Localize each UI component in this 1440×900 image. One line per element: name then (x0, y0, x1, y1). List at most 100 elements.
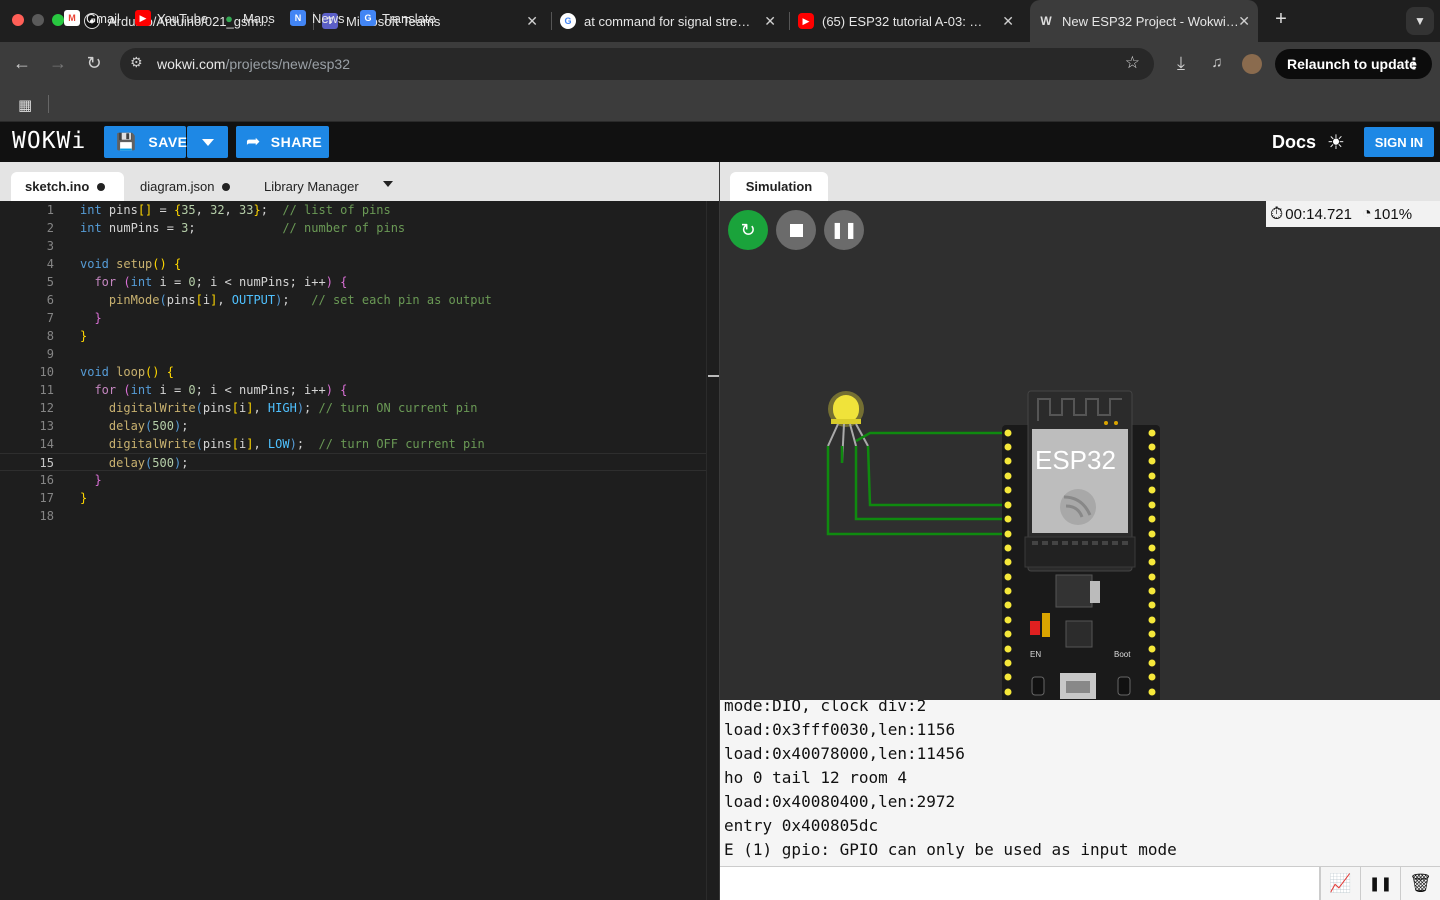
editor-tabs-menu-chevron-down-icon[interactable] (383, 181, 393, 187)
code-text: pinMode(pins[i], OUTPUT); // set each pi… (108, 293, 492, 307)
bookmark-separator (48, 95, 49, 113)
stop-simulation-button[interactable] (776, 210, 816, 250)
serial-line: mode:DIO, clock div:2 (724, 700, 927, 715)
save-dropdown-button[interactable] (187, 126, 228, 158)
tab-library-manager[interactable]: Library Manager (250, 172, 378, 201)
bookmark-youtube[interactable]: ▶ YouTube (135, 9, 208, 27)
profile-avatar[interactable] (1242, 54, 1262, 74)
minimize-window-button[interactable] (32, 14, 44, 26)
address-bar[interactable]: ⚙ wokwi.com/projects/new/esp32 ☆ (120, 48, 1154, 80)
tab-separator (789, 12, 790, 30)
share-arrow-icon: ➦ (246, 132, 261, 151)
restart-icon: ↻ (740, 219, 756, 240)
google-icon: G (560, 13, 576, 29)
download-icon[interactable]: ⤓ (1170, 53, 1192, 73)
tab-simulation[interactable]: Simulation (730, 172, 828, 201)
maximize-window-button[interactable] (52, 14, 64, 26)
docs-link[interactable]: Docs (1272, 132, 1316, 153)
apps-grid-icon[interactable]: ▦ (18, 96, 32, 114)
media-control-icon[interactable]: ♫ (1206, 53, 1228, 73)
code-line: 14 digitalWrite(pins[i], LOW); // turn O… (39, 437, 485, 451)
tab-search-icon[interactable]: ▼ (1406, 7, 1434, 35)
code-text: } (80, 491, 88, 505)
serial-line: ho 0 tail 12 room 4 (724, 768, 908, 787)
browser-tab-google[interactable]: G at command for signal strengt... ✕ (560, 8, 782, 34)
serial-input[interactable] (720, 866, 1320, 900)
simulation-canvas[interactable]: ESP32 EN Boot (720, 201, 1440, 700)
simulation-status: ⏱ 00:14.721 ◔ 101% (1266, 201, 1440, 227)
code-text: delay(500); (108, 419, 189, 433)
code-line: 5 for (int i = 0; i < numPins; i++) { (46, 275, 348, 289)
serial-clear-button[interactable]: 🗑 (1400, 866, 1440, 900)
code-text: void loop() { (80, 365, 174, 379)
code-line: 8} (46, 329, 88, 343)
stop-icon (789, 223, 803, 237)
floppy-disk-icon: 💾 (116, 134, 137, 151)
news-icon: N (290, 10, 306, 26)
reload-icon[interactable]: ↻ (83, 53, 105, 73)
close-icon[interactable]: ✕ (526, 13, 538, 30)
code-line: 10 void loop() { (39, 365, 174, 379)
code-text: void setup() { (80, 257, 182, 271)
youtube-icon: ▶ (798, 13, 814, 29)
close-icon[interactable]: ✕ (1238, 13, 1250, 30)
browser-tab-youtube[interactable]: ▶ (65) ESP32 tutorial A-03: The... ✕ (798, 8, 1020, 34)
bookmarks-bar (0, 86, 1440, 122)
trash-icon: 🗑 (1409, 873, 1432, 893)
theme-toggle-sun-icon[interactable]: ☀ (1327, 130, 1345, 155)
back-icon[interactable]: ← (11, 53, 33, 73)
close-icon[interactable]: ✕ (1002, 13, 1014, 30)
pause-simulation-button[interactable]: ❚❚ (824, 210, 864, 250)
forward-icon[interactable]: → (47, 53, 69, 73)
bookmark-translate[interactable]: G Translate (360, 9, 436, 27)
code-line: 11 for (int i = 0; i < numPins; i++) { (39, 383, 348, 397)
relaunch-button[interactable]: Relaunch to update ⋮ (1275, 49, 1432, 79)
serial-monitor-output[interactable]: mode:DIO, clock div:2 load:0x3fff0030,le… (720, 700, 1440, 866)
code-text: int pins[] = {35, 32, 33}; // list of pi… (80, 203, 391, 217)
code-text: } (80, 329, 88, 343)
code-line: 6 pinMode(pins[i], OUTPUT); // set each … (46, 293, 492, 307)
serial-line: entry 0x400805dc (724, 816, 879, 835)
new-tab-icon[interactable]: + (1270, 9, 1292, 29)
serial-pause-button[interactable]: ❚❚ (1360, 866, 1400, 900)
code-text: for (int i = 0; i < numPins; i++) { (94, 383, 348, 397)
code-line: 16 } (39, 473, 102, 487)
wires[interactable] (826, 431, 1007, 536)
code-line: 13 delay(500); (39, 419, 189, 433)
led-component[interactable] (827, 391, 869, 464)
bookmark-gmail[interactable]: M Gmail (64, 9, 120, 27)
tab-diagram-json[interactable]: diagram.json (126, 172, 248, 201)
code-text: delay(500); (108, 456, 189, 470)
bookmark-news[interactable]: N News (290, 9, 345, 27)
sign-in-button[interactable]: SIGN IN (1364, 127, 1434, 157)
site-settings-icon[interactable]: ⚙ (130, 54, 143, 71)
code-text: } (94, 311, 102, 325)
speedometer-icon: ◔ (1362, 205, 1372, 222)
unsaved-dot-icon (97, 182, 106, 191)
bookmark-star-icon[interactable]: ☆ (1125, 53, 1140, 73)
code-line: 3 (46, 239, 54, 253)
save-button[interactable]: 💾 SAVE (104, 126, 187, 158)
close-icon[interactable]: ✕ (764, 13, 776, 30)
code-editor[interactable]: 1 int pins[] = {35, 32, 33}; // list of p… (0, 201, 720, 900)
restart-simulation-button[interactable]: ↻ (728, 210, 768, 250)
tab-separator (551, 12, 552, 30)
code-line-current: 15 delay(500); (0, 453, 718, 471)
serial-plotter-button[interactable]: 📈 (1320, 866, 1360, 900)
browser-tab-wokwi[interactable]: W New ESP32 Project - Wokwi S... ✕ (1030, 0, 1258, 42)
boot-button-label: Boot (1114, 650, 1131, 659)
code-text: digitalWrite(pins[i], HIGH); // turn ON … (108, 401, 478, 415)
esp32-board[interactable] (1002, 390, 1160, 700)
wokwi-icon: W (1040, 14, 1052, 28)
youtube-icon: ▶ (135, 10, 151, 26)
tab-sketch-ino[interactable]: sketch.ino (11, 172, 124, 201)
share-button[interactable]: ➦ SHARE (236, 126, 329, 158)
close-window-button[interactable] (12, 14, 24, 26)
editor-scrollbar[interactable] (706, 201, 720, 900)
simulation-speed: 101% (1373, 205, 1413, 223)
bookmark-maps[interactable]: ● Maps (221, 9, 275, 27)
code-text: digitalWrite(pins[i], LOW); // turn OFF … (108, 437, 485, 451)
wokwi-logo[interactable]: WOKWi (12, 128, 86, 154)
pause-icon: ❚❚ (830, 222, 858, 239)
code-line: 18 (39, 509, 54, 523)
